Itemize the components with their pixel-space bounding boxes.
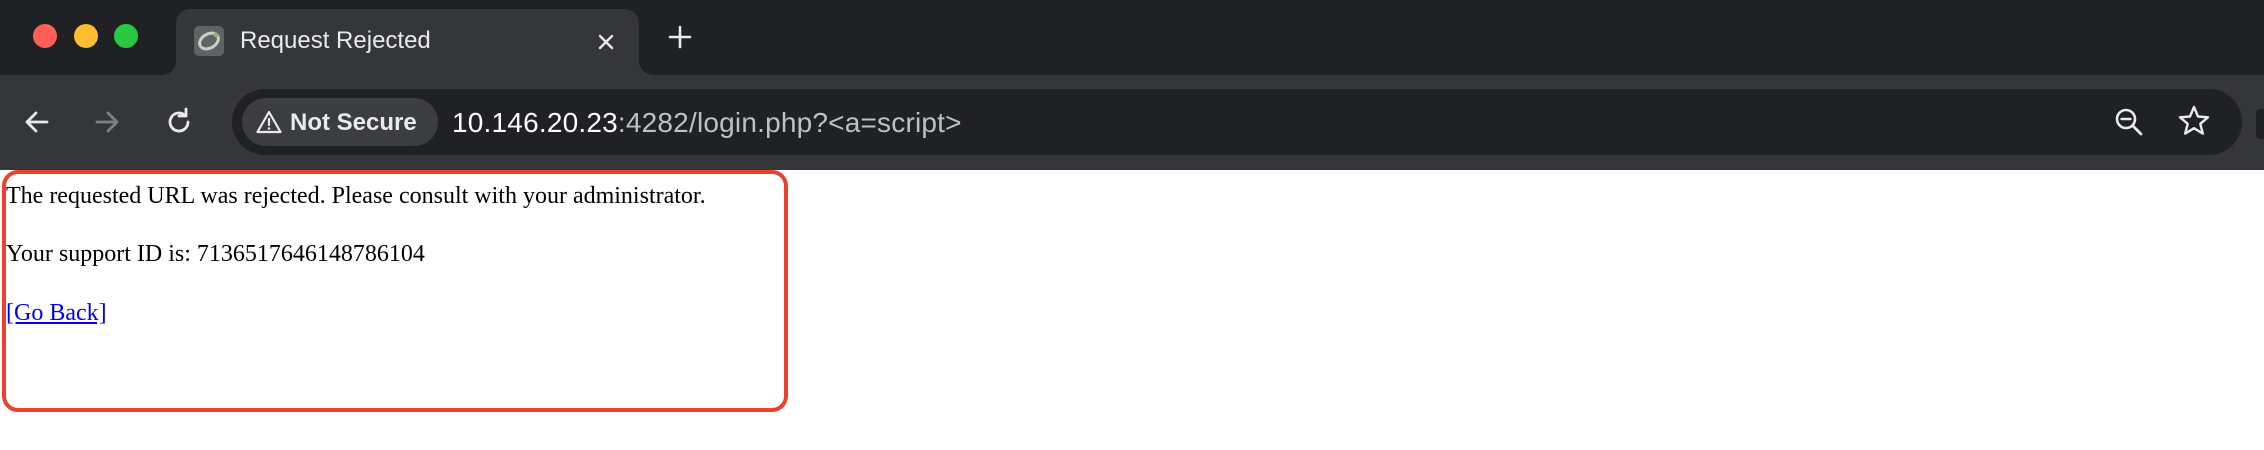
rejection-message: The requested URL was rejected. Please c… [6,183,706,209]
warning-triangle-icon [256,110,282,134]
tab-title: Request Rejected [240,27,431,54]
minimize-window-button[interactable] [74,24,98,48]
page-favicon-icon [194,26,224,56]
url-host: 10.146.20.23 [452,107,618,138]
browser-window: Request Rejected Not Secure 10.146.20.23… [0,0,2264,450]
star-icon[interactable] [2176,103,2212,139]
tab-request-rejected[interactable]: Request Rejected [176,9,639,75]
zoom-out-icon[interactable] [2112,105,2146,139]
security-chip[interactable]: Not Secure [242,98,438,146]
arrow-left-icon[interactable] [16,101,58,143]
support-id-text: Your support ID is: 7136517646148786104 [6,241,425,267]
close-window-button[interactable] [33,24,57,48]
tab-strip: Request Rejected [0,0,2264,75]
arrow-right-icon[interactable] [86,101,128,143]
reload-icon[interactable] [158,101,200,143]
go-back-link[interactable]: [Go Back] [6,300,107,326]
url-path: :4282/login.php?<a=script> [617,107,962,138]
toolbar-edge [2256,109,2264,139]
zoom-window-button[interactable] [114,24,138,48]
security-label: Not Secure [290,109,417,136]
page-content: The requested URL was rejected. Please c… [0,170,2264,450]
browser-toolbar: Not Secure 10.146.20.23:4282/login.php?<… [0,75,2264,170]
plus-icon[interactable] [664,21,696,53]
url-text[interactable]: 10.146.20.23:4282/login.php?<a=script> [452,107,962,139]
address-bar[interactable]: Not Secure 10.146.20.23:4282/login.php?<… [232,89,2242,155]
close-icon[interactable] [592,28,620,56]
